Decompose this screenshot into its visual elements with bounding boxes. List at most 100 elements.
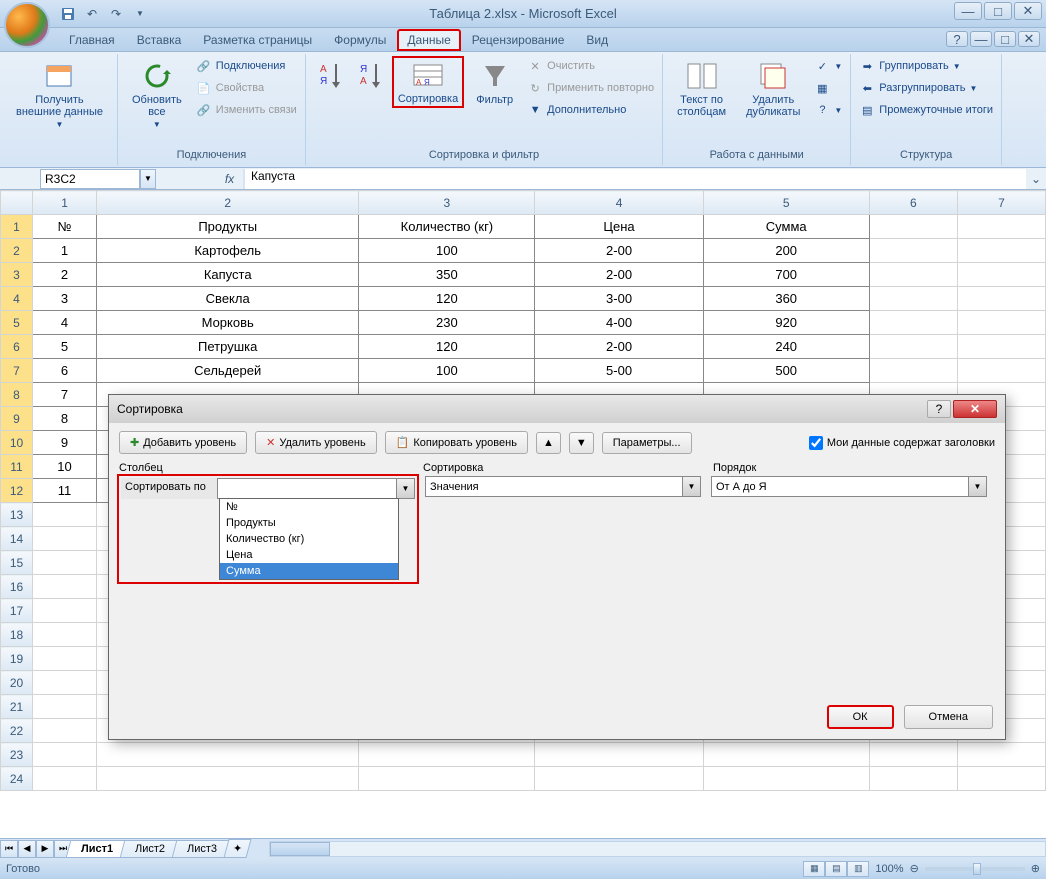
row-header[interactable]: 14 [1, 527, 33, 551]
cell[interactable] [869, 311, 957, 335]
cell[interactable]: 700 [703, 263, 869, 287]
ribbon-minimize[interactable]: — [970, 31, 992, 47]
sort-desc[interactable]: ЯА [352, 56, 388, 96]
remove-duplicates[interactable]: Удалить дубликаты [738, 56, 808, 122]
column-header[interactable]: 7 [957, 191, 1045, 215]
sort-dialog-btn[interactable]: АЯ Сортировка [392, 56, 464, 108]
copy-level-button[interactable]: 📋Копировать уровень [385, 431, 528, 454]
formula-expand[interactable]: ⌄ [1026, 169, 1046, 189]
row-header[interactable]: 17 [1, 599, 33, 623]
cell[interactable]: 3-00 [535, 287, 703, 311]
row-header[interactable]: 4 [1, 287, 33, 311]
cell[interactable] [869, 359, 957, 383]
sort-on-select[interactable]: Значения ▼ [425, 476, 701, 497]
tab-data[interactable]: Данные [397, 29, 460, 51]
sort-asc[interactable]: АЯ [312, 56, 348, 96]
cell[interactable] [869, 767, 957, 791]
column-header[interactable]: 5 [703, 191, 869, 215]
cell[interactable]: 1 [33, 239, 97, 263]
zoom-value[interactable]: 100% [875, 863, 903, 875]
ribbon-restore[interactable]: □ [994, 31, 1016, 47]
cell[interactable] [703, 743, 869, 767]
dropdown-item[interactable]: № [220, 499, 398, 515]
cell[interactable] [359, 743, 535, 767]
table-header-cell[interactable]: Сумма [703, 215, 869, 239]
cell[interactable] [33, 647, 97, 671]
cell[interactable] [33, 743, 97, 767]
cell[interactable] [869, 239, 957, 263]
cell[interactable] [869, 743, 957, 767]
sheet-nav-next[interactable]: ▶ [36, 840, 54, 858]
cell[interactable] [957, 215, 1045, 239]
column-header[interactable]: 3 [359, 191, 535, 215]
cell[interactable] [957, 743, 1045, 767]
connections-btn[interactable]: 🔗Подключения [194, 56, 299, 76]
cell[interactable] [97, 743, 359, 767]
column-header[interactable]: 6 [869, 191, 957, 215]
cell[interactable] [33, 767, 97, 791]
cell[interactable] [535, 767, 703, 791]
cell[interactable]: 5 [33, 335, 97, 359]
cell[interactable] [33, 623, 97, 647]
cell[interactable] [957, 335, 1045, 359]
ribbon-help[interactable]: ? [946, 31, 968, 47]
sheet-tab-1[interactable]: Лист1 [66, 840, 129, 858]
cell[interactable]: 500 [703, 359, 869, 383]
cell[interactable] [957, 311, 1045, 335]
cell[interactable]: 360 [703, 287, 869, 311]
data-validation[interactable]: ✓▼ [812, 56, 844, 76]
cell[interactable]: 920 [703, 311, 869, 335]
cell[interactable]: 9 [33, 431, 97, 455]
cell[interactable] [33, 695, 97, 719]
row-header[interactable]: 18 [1, 623, 33, 647]
cell[interactable] [869, 215, 957, 239]
delete-level-button[interactable]: ✕Удалить уровень [255, 431, 377, 454]
formula-input[interactable]: Капуста [244, 169, 1026, 189]
properties-btn[interactable]: 📄Свойства [194, 78, 299, 98]
advanced-filter[interactable]: ▼Дополнительно [525, 100, 656, 120]
row-header[interactable]: 19 [1, 647, 33, 671]
view-normal[interactable]: ▦ [803, 861, 825, 877]
headers-checkbox-label[interactable]: Мои данные содержат заголовки [809, 436, 995, 450]
cell[interactable] [703, 767, 869, 791]
zoom-in[interactable]: ⊕ [1031, 862, 1040, 875]
row-header[interactable]: 20 [1, 671, 33, 695]
cell[interactable] [33, 503, 97, 527]
cell[interactable] [33, 719, 97, 743]
row-header[interactable]: 6 [1, 335, 33, 359]
row-header[interactable]: 13 [1, 503, 33, 527]
move-up-button[interactable]: ▲ [536, 432, 561, 454]
subtotal-btn[interactable]: ▤Промежуточные итоги [857, 100, 995, 120]
group-btn[interactable]: ➡Группировать▼ [857, 56, 995, 76]
cell[interactable]: 3 [33, 287, 97, 311]
dialog-titlebar[interactable]: Сортировка ? ✕ [109, 395, 1005, 423]
dropdown-item[interactable]: Количество (кг) [220, 531, 398, 547]
qat-redo[interactable]: ↷ [106, 4, 126, 24]
cell[interactable]: Свекла [97, 287, 359, 311]
office-button[interactable] [4, 2, 50, 48]
cell[interactable] [535, 743, 703, 767]
consolidate[interactable]: ▦ [812, 78, 844, 98]
cell[interactable]: 11 [33, 479, 97, 503]
cell[interactable]: 4-00 [535, 311, 703, 335]
dropdown-item[interactable]: Сумма [220, 563, 398, 579]
cell[interactable]: 5-00 [535, 359, 703, 383]
column-header[interactable]: 1 [33, 191, 97, 215]
name-box[interactable]: R3C2 [40, 169, 140, 189]
row-header[interactable]: 24 [1, 767, 33, 791]
options-button[interactable]: Параметры... [602, 432, 692, 454]
cell[interactable]: Капуста [97, 263, 359, 287]
cell[interactable] [869, 335, 957, 359]
zoom-slider[interactable] [925, 867, 1025, 871]
row-header[interactable]: 5 [1, 311, 33, 335]
tab-insert[interactable]: Вставка [126, 28, 193, 51]
cell[interactable]: 120 [359, 335, 535, 359]
qat-undo[interactable]: ↶ [82, 4, 102, 24]
tab-formulas[interactable]: Формулы [323, 28, 397, 51]
table-header-cell[interactable]: Цена [535, 215, 703, 239]
what-if[interactable]: ?▼ [812, 100, 844, 120]
cell[interactable] [957, 359, 1045, 383]
row-header[interactable]: 21 [1, 695, 33, 719]
tab-view[interactable]: Вид [575, 28, 619, 51]
table-header-cell[interactable]: № [33, 215, 97, 239]
